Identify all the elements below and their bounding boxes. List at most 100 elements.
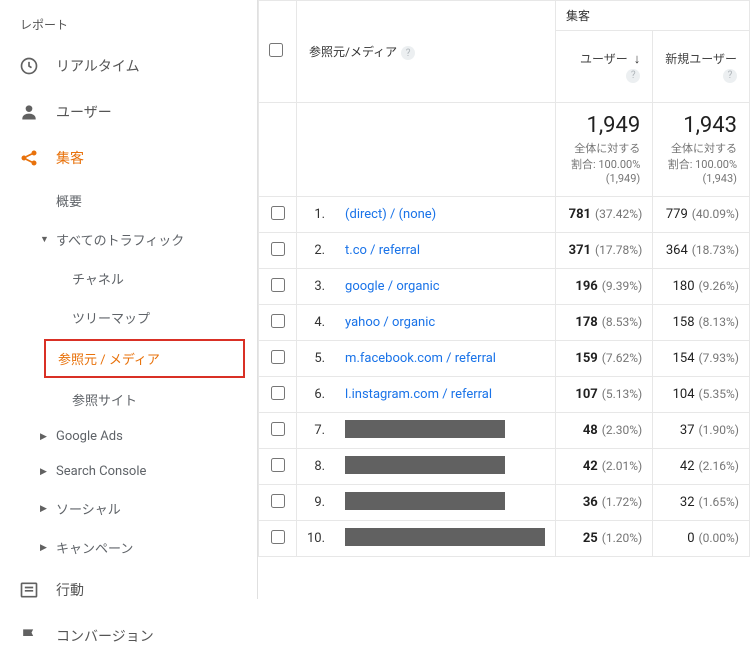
cell-new-users: 37(1.90%): [653, 413, 750, 449]
select-all-checkbox[interactable]: [269, 43, 283, 57]
row-checkbox[interactable]: [271, 350, 285, 364]
flag-icon: [18, 625, 40, 647]
row-checkbox[interactable]: [271, 530, 285, 544]
sidebar-sub-source-medium[interactable]: 参照元 / メディア: [44, 339, 245, 378]
cell-new-users: 364(18.73%): [653, 233, 750, 269]
cell-users: 196(9.39%): [556, 269, 653, 305]
row-checkbox[interactable]: [271, 242, 285, 256]
sidebar-item-behavior[interactable]: 行動: [0, 567, 257, 613]
cell-users: 178(8.53%): [556, 305, 653, 341]
col-header-new-users[interactable]: 新規ユーザー?: [653, 31, 750, 103]
sidebar-item-label: コンバージョン: [56, 626, 154, 646]
redacted-mask: [345, 528, 545, 546]
row-checkbox[interactable]: [271, 206, 285, 220]
sidebar-section-title: レポート: [0, 10, 257, 43]
help-icon[interactable]: ?: [401, 46, 415, 60]
cell-new-users: 180(9.26%): [653, 269, 750, 305]
row-checkbox[interactable]: [271, 422, 285, 436]
sidebar-sub-all-traffic[interactable]: ▼すべてのトラフィック: [0, 220, 257, 259]
source-cell[interactable]: [335, 485, 556, 521]
sidebar-item-label: ユーザー: [56, 102, 112, 122]
sidebar-sub-channels[interactable]: チャネル: [0, 259, 257, 298]
clock-icon: [18, 55, 40, 77]
cell-users: 48(2.30%): [556, 413, 653, 449]
source-cell[interactable]: [335, 521, 556, 557]
caret-right-icon: ▶: [40, 543, 50, 553]
row-checkbox[interactable]: [271, 494, 285, 508]
sidebar: レポート リアルタイム ユーザー 集客 概要 ▼すべてのトラフィック チャネル …: [0, 0, 258, 599]
source-cell[interactable]: (direct) / (none): [335, 197, 556, 233]
redacted-mask: [345, 492, 505, 510]
row-index: 8.: [297, 449, 336, 485]
sidebar-sub-social[interactable]: ▶ソーシャル: [0, 489, 257, 528]
sidebar-sub-referrals[interactable]: 参照サイト: [0, 380, 257, 419]
source-cell[interactable]: [335, 449, 556, 485]
cell-new-users: 154(7.93%): [653, 341, 750, 377]
sort-desc-icon: ↓: [634, 52, 641, 67]
sidebar-sub-google-ads[interactable]: ▶Google Ads: [0, 419, 257, 454]
user-icon: [18, 101, 40, 123]
caret-down-icon: ▼: [40, 234, 50, 245]
sidebar-item-label: 集客: [56, 148, 84, 168]
source-cell[interactable]: l.instagram.com / referral: [335, 377, 556, 413]
data-table: 参照元/メディア? 集客 ユーザー↓? 新規ユーザー? 1,949全体に対する割…: [258, 0, 750, 557]
cell-new-users: 42(2.16%): [653, 449, 750, 485]
select-all-cell: [259, 1, 297, 103]
sidebar-sub-overview[interactable]: 概要: [0, 181, 257, 220]
row-index: 3.: [297, 269, 336, 305]
cell-users: 781(37.42%): [556, 197, 653, 233]
row-checkbox[interactable]: [271, 314, 285, 328]
row-index: 7.: [297, 413, 336, 449]
cell-users: 42(2.01%): [556, 449, 653, 485]
cell-new-users: 32(1.65%): [653, 485, 750, 521]
row-index: 5.: [297, 341, 336, 377]
sidebar-item-label: リアルタイム: [56, 56, 140, 76]
table-row: 9. 36(1.72%)32(1.65%): [259, 485, 750, 521]
sidebar-item-label: 行動: [56, 580, 84, 600]
sidebar-item-audience[interactable]: ユーザー: [0, 89, 257, 135]
help-icon[interactable]: ?: [626, 69, 640, 83]
table-row: 10. 25(1.20%)0(0.00%): [259, 521, 750, 557]
list-icon: [18, 579, 40, 601]
row-index: 10.: [297, 521, 336, 557]
source-cell[interactable]: [335, 413, 556, 449]
cell-new-users: 104(5.35%): [653, 377, 750, 413]
group-header-acquisition: 集客: [556, 1, 750, 31]
source-cell[interactable]: m.facebook.com / referral: [335, 341, 556, 377]
row-checkbox[interactable]: [271, 458, 285, 472]
table-row: 5.m.facebook.com / referral159(7.62%)154…: [259, 341, 750, 377]
row-checkbox[interactable]: [271, 386, 285, 400]
source-cell[interactable]: t.co / referral: [335, 233, 556, 269]
redacted-mask: [345, 456, 505, 474]
col-header-users[interactable]: ユーザー↓?: [556, 31, 653, 103]
caret-right-icon: ▶: [40, 432, 50, 442]
table-row: 6.l.instagram.com / referral107(5.13%)10…: [259, 377, 750, 413]
table-row: 7. 48(2.30%)37(1.90%): [259, 413, 750, 449]
dimension-header[interactable]: 参照元/メディア?: [297, 1, 556, 103]
cell-new-users: 0(0.00%): [653, 521, 750, 557]
share-icon: [18, 147, 40, 169]
sidebar-sub-treemap[interactable]: ツリーマップ: [0, 298, 257, 337]
caret-right-icon: ▶: [40, 504, 50, 514]
row-index: 1.: [297, 197, 336, 233]
table-row: 1.(direct) / (none)781(37.42%)779(40.09%…: [259, 197, 750, 233]
row-index: 4.: [297, 305, 336, 341]
help-icon[interactable]: ?: [723, 69, 737, 83]
sidebar-item-realtime[interactable]: リアルタイム: [0, 43, 257, 89]
table-row: 3.google / organic196(9.39%)180(9.26%): [259, 269, 750, 305]
sidebar-item-acquisition[interactable]: 集客: [0, 135, 257, 181]
cell-users: 371(17.78%): [556, 233, 653, 269]
cell-new-users: 158(8.13%): [653, 305, 750, 341]
source-cell[interactable]: google / organic: [335, 269, 556, 305]
row-index: 9.: [297, 485, 336, 521]
cell-users: 36(1.72%): [556, 485, 653, 521]
table-row: 8. 42(2.01%)42(2.16%): [259, 449, 750, 485]
sidebar-item-conversions[interactable]: コンバージョン: [0, 613, 257, 659]
sidebar-sub-search-console[interactable]: ▶Search Console: [0, 454, 257, 489]
source-cell[interactable]: yahoo / organic: [335, 305, 556, 341]
cell-users: 25(1.20%): [556, 521, 653, 557]
cell-users: 159(7.62%): [556, 341, 653, 377]
sidebar-sub-campaigns[interactable]: ▶キャンペーン: [0, 528, 257, 567]
row-index: 6.: [297, 377, 336, 413]
row-checkbox[interactable]: [271, 278, 285, 292]
